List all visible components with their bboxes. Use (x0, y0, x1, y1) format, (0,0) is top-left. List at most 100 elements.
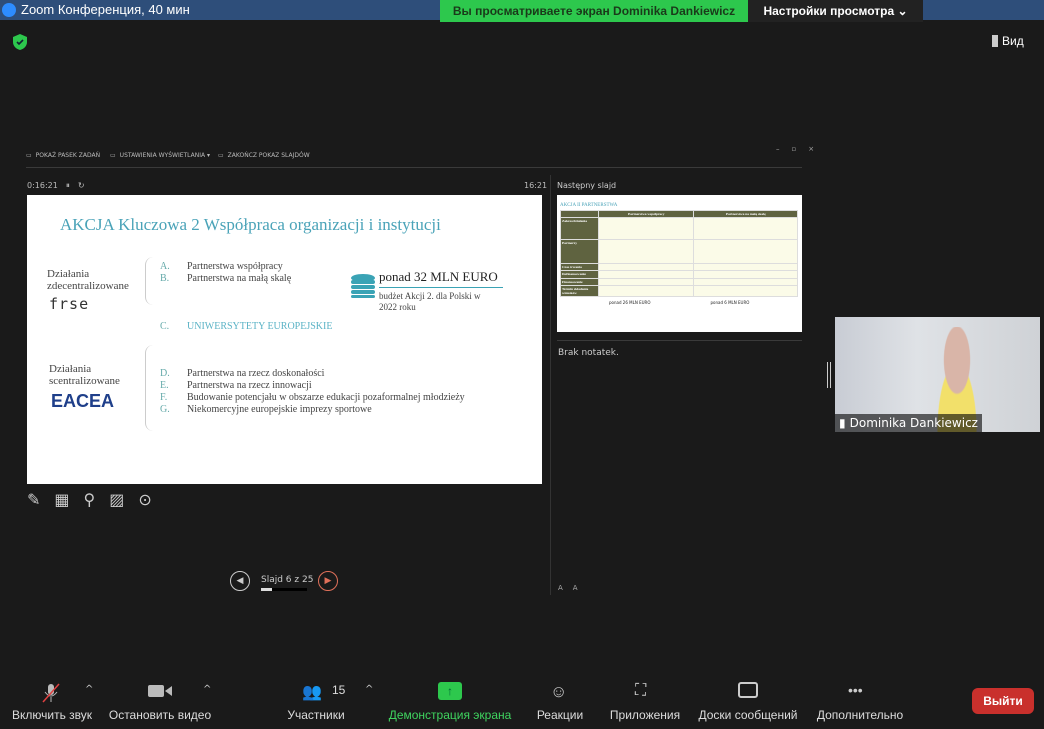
restore-icon[interactable]: ▫ (792, 145, 797, 153)
whiteboards-button[interactable]: Доски сообщений (694, 670, 802, 729)
divider (26, 167, 802, 168)
list-item: B. Partnerstwa na małą skalę (160, 273, 292, 284)
group-label: Działania zdecentralizowane (47, 268, 129, 292)
meeting-toolbar: Включить звук ^ Остановить видео ^ 👥 15 Уч… (0, 670, 1044, 729)
slide-counter: Slajd 6 z 25 (261, 575, 314, 585)
zoom-magnifier-icon[interactable]: ⚲ (84, 490, 96, 509)
minimize-icon[interactable]: – (776, 145, 780, 153)
presenter-view-icon[interactable]: ▨ (109, 490, 124, 509)
window-controls: – ▫ × (776, 145, 814, 153)
share-arrow-icon: ↑ (438, 682, 462, 700)
decrease-font-button[interactable]: A (573, 584, 578, 592)
timer: 0:16:21 ⏸ ↻ (27, 181, 85, 191)
video-options-caret-icon[interactable]: ^ (203, 684, 211, 695)
share-screen-button[interactable]: ↑ Демонстрация экрана (386, 670, 514, 729)
more-dots-icon: ••• (848, 682, 863, 698)
label: Реакции (536, 708, 584, 722)
window-title: Zoom Конференция, 40 мин (21, 2, 190, 17)
group-label: Działania scentralizowane (49, 363, 120, 387)
participant-name-tag: ▮ Dominika Dankiewicz (835, 414, 982, 432)
leave-button[interactable]: Выйти (972, 688, 1034, 714)
label: Включить звук (11, 708, 93, 722)
next-slide-button[interactable]: ▶ (318, 571, 338, 591)
more-options-icon[interactable]: ⊙ (138, 490, 151, 509)
budget-note: budżet Akcji 2. dla Polski w 2022 roku (379, 291, 481, 312)
end-slideshow-button[interactable]: ▭ ZAKOŃCZ POKAZ SLAJDÓW (218, 152, 310, 159)
previous-slide-button[interactable]: ◀ (230, 571, 250, 591)
chevron-down-icon: ⌄ (897, 4, 908, 18)
reactions-smiley-icon: ☺ (550, 682, 568, 701)
increase-font-button[interactable]: A (558, 584, 563, 592)
label: Демонстрация экрана (388, 708, 512, 722)
audio-options-caret-icon[interactable]: ^ (85, 684, 93, 695)
participants-caret-icon[interactable]: ^ (365, 684, 373, 695)
view-settings-button[interactable]: Настройки просмотра ⌄ (748, 0, 923, 22)
font-size-controls: AA (558, 584, 578, 592)
display-icon: ▭ (110, 152, 116, 159)
next-budget: ponad 6 MLN EURO (710, 300, 750, 305)
participant-video[interactable]: ▮ Dominika Dankiewicz (835, 317, 1040, 432)
label: Дополнительно (816, 708, 904, 722)
pause-icon[interactable]: ⏸ (66, 181, 70, 191)
whiteboard-icon (738, 682, 758, 698)
view-settings-label: Настройки просмотра (763, 4, 895, 18)
taskbar-icon: ▭ (26, 152, 32, 159)
label: ZAKOŃCZ POKAZ SLAJDÓW (227, 152, 310, 159)
list-item: A. Partnerstwa współpracy (160, 261, 283, 272)
list-item: E. Partnerstwa na rzecz innowacji (160, 380, 312, 391)
list-item: D. Partnerstwa na rzecz doskonałości (160, 368, 325, 379)
participant-name: Dominika Dankiewicz (849, 416, 978, 430)
frse-logo: frse (49, 295, 90, 313)
participants-button[interactable]: 👥 15 Участники (280, 670, 352, 729)
close-icon[interactable]: × (808, 145, 814, 153)
participants-count: 15 (332, 683, 346, 697)
see-all-slides-icon[interactable]: ▦ (54, 490, 69, 509)
display-settings-button[interactable]: ▭ USTAWIENIA WYŚWIETLANIA ▾ (110, 152, 210, 159)
restart-icon[interactable]: ↻ (78, 181, 85, 191)
slide-progress-bar (261, 588, 307, 591)
slide-title: AKCJA Kluczowa 2 Współpraca organizacji … (60, 215, 441, 234)
view-label: Вид (1002, 34, 1024, 48)
apps-button[interactable]: ⛶ Приложения (605, 670, 685, 729)
divider (557, 340, 802, 341)
video-camera-icon (148, 685, 172, 697)
list-item: G. Niekomercyjne europejskie imprezy spor… (160, 404, 372, 415)
next-slide-title: AKCJA II PARTNERSTWA (560, 203, 618, 208)
clock: 16:21 (524, 181, 548, 190)
list-item: F. Budowanie potencjału w obszarze edukac… (160, 392, 465, 403)
more-button[interactable]: ••• Дополнительно (812, 670, 908, 729)
view-icon (992, 35, 998, 47)
notes-text: Brak notatek. (558, 348, 619, 358)
label: Участники (287, 708, 345, 722)
label: Доски сообщений (698, 708, 798, 722)
end-show-icon: ▭ (218, 152, 224, 159)
elapsed-time: 0:16:21 (27, 181, 58, 190)
presenter-tools: ✎ ▦ ⚲ ▨ ⊙ (27, 490, 152, 509)
microphone-muted-icon (42, 683, 60, 703)
zoom-logo-icon (2, 3, 16, 17)
show-taskbar-button[interactable]: ▭ POKAŻ PASEK ZADAŃ (26, 152, 100, 159)
budget-amount: ponad 32 MLN EURO (379, 269, 503, 288)
resize-handle[interactable] (827, 362, 831, 388)
progress-fill (261, 588, 273, 591)
label: POKAŻ PASEK ZADAŃ (35, 152, 101, 159)
eacea-logo: EACEA (51, 391, 115, 411)
next-budget: ponad 26 MLN EURO (609, 300, 651, 305)
reactions-button[interactable]: ☺ Реакции (530, 670, 590, 729)
apps-icon: ⛶ (635, 682, 647, 699)
label: USTAWIENIA WYŚWIETLANIA ▾ (119, 152, 211, 159)
security-shield-icon[interactable] (12, 33, 28, 51)
pen-icon[interactable]: ✎ (27, 490, 40, 509)
signal-bars-icon: ▮ (839, 416, 846, 430)
coins-icon (351, 274, 375, 298)
participants-icon: 👥 (302, 684, 322, 701)
list-item: C. UNIWERSYTETY EUROPEJSKIE (160, 321, 333, 332)
view-button[interactable]: Вид (992, 30, 1038, 52)
unmute-button[interactable]: Включить звук (8, 670, 96, 729)
current-slide: AKCJA Kluczowa 2 Współpraca organizacji … (27, 195, 542, 484)
next-slide-label: Następny slajd (557, 181, 617, 190)
panel-divider[interactable] (550, 175, 551, 595)
next-slide-preview[interactable]: AKCJA II PARTNERSTWA Partnerstwa współpr… (557, 195, 802, 332)
stop-video-button[interactable]: Остановить видео (106, 670, 214, 729)
viewing-screen-banner: Вы просматриваете экран Dominika Dankiew… (440, 0, 748, 22)
